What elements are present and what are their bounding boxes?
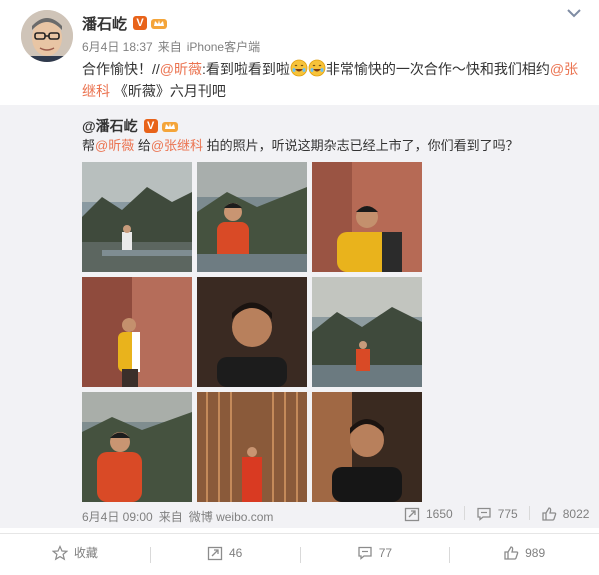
- post-text-segment: 合作愉快！//: [82, 61, 160, 77]
- favorite-label: 收藏: [73, 546, 98, 560]
- star-icon: [51, 544, 68, 560]
- repost-meta: 6月4日 09:00 来自 微博 weibo.com: [82, 508, 279, 525]
- post-text: 合作愉快！//@昕薇:看到啦看到啦 非常愉快的一次合作～快和我们相约@张继科 《昕…: [82, 58, 582, 102]
- post-date[interactable]: 6月4日 18:37: [82, 40, 153, 54]
- author-row: 潘石屹 V: [82, 13, 168, 33]
- repost-like-count: 8022: [562, 507, 590, 521]
- post-meta: 6月4日 18:37 来自 iPhone客户端: [82, 38, 265, 55]
- repost-author-name[interactable]: @潘石屹: [82, 116, 138, 136]
- comment-icon: [477, 507, 491, 521]
- repost-author-row: @潘石屹 V: [82, 116, 179, 136]
- laugh-emoji-icon: [290, 59, 308, 77]
- repost-comment-button[interactable]: 775: [476, 506, 518, 522]
- photo-3[interactable]: [312, 162, 422, 272]
- repost-forward-count: 1650: [426, 507, 453, 521]
- like-button[interactable]: 989: [449, 545, 599, 563]
- repost-stats: 1650 775 8022: [404, 506, 589, 522]
- repost-date[interactable]: 6月4日 09:00: [82, 510, 153, 524]
- post-source-prefix: 来自: [157, 40, 182, 54]
- repost-like-button[interactable]: 8022: [541, 506, 590, 522]
- like-icon: [542, 507, 557, 521]
- repost-forward-button[interactable]: 1650: [404, 506, 453, 522]
- repost-comment-count: 775: [497, 507, 518, 521]
- repost-mention-link[interactable]: @昕薇: [95, 138, 134, 153]
- laugh-emoji-icon: [308, 59, 326, 77]
- like-count: 989: [525, 545, 546, 560]
- divider: [463, 506, 465, 520]
- post-text-segment: :看到啦看到啦: [202, 61, 290, 77]
- weibo-post-card: 潘石屹 V 6月4日 18:37 来自 iPhone客户端 合作愉快！//@昕薇:看…: [0, 0, 599, 575]
- post-text-segment: 非常愉快的一次合作～快和我们相约: [325, 61, 550, 77]
- divider: [528, 506, 530, 520]
- forward-icon: [404, 507, 420, 522]
- repost-source[interactable]: 微博 weibo.com: [189, 510, 274, 524]
- photo-4[interactable]: [82, 277, 192, 387]
- photo-7[interactable]: [82, 392, 192, 502]
- photo-1[interactable]: [82, 162, 192, 272]
- favorite-button[interactable]: 收藏: [0, 544, 150, 561]
- photo-6[interactable]: [312, 277, 422, 387]
- comment-button[interactable]: 77: [299, 545, 450, 563]
- vip-crown-icon: [151, 19, 168, 29]
- forward-button[interactable]: 46: [149, 545, 300, 563]
- comment-count: 77: [378, 545, 393, 560]
- photo-9[interactable]: [312, 392, 422, 502]
- author-avatar[interactable]: [21, 10, 73, 62]
- author-name[interactable]: 潘石屹: [82, 13, 127, 34]
- repost-text-segment: 拍的照片，听说这期杂志已经上市了，你们看到了吗？: [203, 138, 519, 153]
- post-text-segment: 《昕薇》六月刊吧: [110, 83, 226, 99]
- action-bar: 收藏 46 77 989: [0, 533, 599, 571]
- photo-5[interactable]: [197, 277, 307, 387]
- photo-2[interactable]: [197, 162, 307, 272]
- verified-v-icon: V: [143, 119, 158, 133]
- like-icon: [504, 545, 519, 560]
- vip-crown-icon: [161, 122, 178, 132]
- forward-icon: [207, 546, 223, 560]
- repost-mention-link[interactable]: @张继科: [151, 138, 203, 153]
- post-mention-link[interactable]: @昕薇: [160, 61, 202, 77]
- forward-count: 46: [228, 545, 243, 560]
- repost-text-segment: 帮: [82, 138, 96, 153]
- chevron-down-icon[interactable]: [566, 6, 582, 20]
- repost-text: 帮@昕薇 给@张继科 拍的照片，听说这期杂志已经上市了，你们看到了吗？: [82, 137, 519, 155]
- reposted-content: @潘石屹 V 帮@昕薇 给@张继科 拍的照片，听说这期杂志已经上市了，你们看到了…: [0, 105, 599, 528]
- photo-grid: [82, 162, 422, 502]
- verified-v-icon: V: [133, 16, 148, 30]
- repost-source-prefix: 来自: [158, 510, 183, 524]
- photo-8[interactable]: [197, 392, 307, 502]
- comment-icon: [358, 546, 372, 560]
- post-source[interactable]: iPhone客户端: [187, 40, 260, 54]
- repost-text-segment: 给: [134, 138, 151, 153]
